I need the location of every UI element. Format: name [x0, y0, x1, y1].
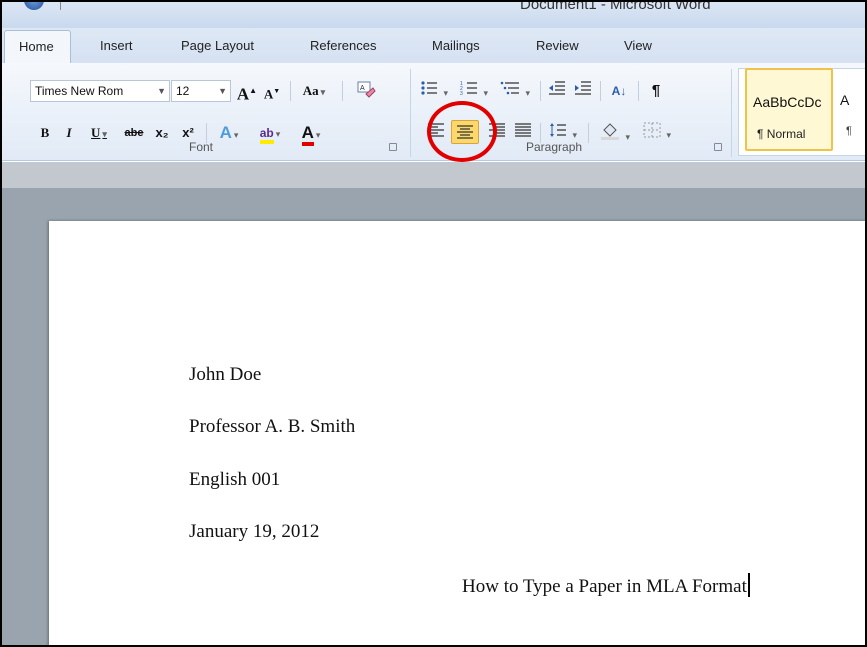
- multilevel-list-icon: [500, 81, 519, 95]
- show-formatting-marks-button[interactable]: ¶: [646, 80, 666, 102]
- separator: [588, 123, 589, 143]
- grow-font-button[interactable]: A▲: [236, 80, 258, 104]
- annotation-circle: [427, 101, 497, 162]
- separator: [638, 81, 639, 101]
- style-normal-name: ¶ Normal: [757, 127, 806, 141]
- increase-indent-icon: [575, 81, 591, 95]
- clear-formatting-icon: A: [357, 81, 376, 98]
- numbering-button[interactable]: 123: [458, 80, 490, 102]
- quick-access-separator: [60, 2, 61, 10]
- paragraph-group-label: Paragraph: [526, 140, 583, 154]
- font-color-button[interactable]: A: [294, 122, 328, 146]
- shrink-font-icon: A: [263, 86, 274, 102]
- tab-review[interactable]: Review: [536, 38, 579, 53]
- group-separator: [731, 69, 732, 157]
- font-size-combo[interactable]: 12 ▼: [171, 80, 231, 102]
- paper-title-line[interactable]: How to Type a Paper in MLA Format: [462, 573, 750, 598]
- office-orb-icon[interactable]: [24, 2, 44, 10]
- tab-insert[interactable]: Insert: [100, 38, 133, 53]
- sort-button[interactable]: A↓: [605, 80, 633, 102]
- text-effects-button[interactable]: A: [212, 122, 246, 144]
- separator: [290, 81, 291, 101]
- font-group-label: Font: [189, 140, 214, 154]
- font-name-value: Times New Rom: [35, 84, 124, 98]
- tab-references[interactable]: References: [310, 38, 376, 53]
- word-window: Document1 - Microsoft Word Home Insert P…: [0, 0, 867, 647]
- chevron-down-icon[interactable]: ▼: [157, 86, 166, 96]
- strikethrough-button[interactable]: abe: [120, 122, 148, 144]
- title-bar: Document1 - Microsoft Word: [2, 0, 865, 28]
- shrink-font-button[interactable]: A▼: [262, 80, 282, 102]
- svg-text:A: A: [360, 85, 365, 92]
- heading-line-course[interactable]: English 001: [189, 469, 280, 491]
- italic-button[interactable]: I: [60, 122, 78, 144]
- numbering-icon: 123: [460, 81, 477, 97]
- chevron-down-icon[interactable]: ▼: [218, 86, 227, 96]
- decrease-indent-icon: [549, 81, 565, 95]
- shading-button[interactable]: [596, 122, 634, 144]
- bullets-button[interactable]: [418, 80, 450, 102]
- heading-line-name[interactable]: John Doe: [189, 364, 261, 386]
- document-area[interactable]: John Doe Professor A. B. Smith English 0…: [2, 162, 865, 645]
- bullets-icon: [421, 81, 437, 95]
- separator: [540, 81, 541, 101]
- text-cursor: [747, 573, 750, 597]
- ribbon-home: Times New Rom ▼ 12 ▼ A▲ A▼ Aa A B I U ab…: [2, 63, 865, 162]
- increase-indent-button[interactable]: [572, 80, 594, 102]
- heading-line-date[interactable]: January 19, 2012: [189, 521, 319, 543]
- tab-page-layout[interactable]: Page Layout: [181, 38, 254, 53]
- bold-button[interactable]: B: [36, 122, 54, 144]
- group-separator: [410, 69, 411, 157]
- separator: [600, 81, 601, 101]
- grow-font-icon: A: [236, 84, 250, 104]
- font-name-combo[interactable]: Times New Rom ▼: [30, 80, 170, 102]
- style-next-name: ¶: [846, 125, 852, 137]
- underline-button[interactable]: U: [84, 122, 114, 144]
- style-normal[interactable]: AaBbCcDc ¶ Normal: [745, 68, 833, 151]
- multilevel-list-button[interactable]: [498, 80, 532, 102]
- svg-text:3: 3: [460, 91, 463, 96]
- highlight-icon: ab: [259, 126, 274, 144]
- style-next-preview[interactable]: A: [840, 92, 849, 108]
- tab-view[interactable]: View: [624, 38, 652, 53]
- font-dialog-launcher-icon[interactable]: [389, 143, 397, 151]
- tab-home[interactable]: Home: [4, 30, 71, 65]
- separator: [342, 81, 343, 101]
- clear-formatting-button[interactable]: A: [354, 80, 378, 102]
- paper-title-text: How to Type a Paper in MLA Format: [462, 576, 747, 597]
- heading-line-professor[interactable]: Professor A. B. Smith: [189, 416, 355, 438]
- style-normal-preview: AaBbCcDc: [753, 94, 822, 110]
- borders-button[interactable]: [638, 122, 676, 144]
- tab-mailings[interactable]: Mailings: [432, 38, 480, 53]
- font-color-icon: A: [301, 123, 314, 146]
- highlight-button[interactable]: ab: [252, 122, 288, 144]
- borders-icon: [643, 122, 661, 138]
- font-size-value: 12: [176, 84, 190, 98]
- change-case-button[interactable]: Aa: [296, 80, 332, 102]
- ribbon-tabs: Home Insert Page Layout References Maili…: [2, 28, 865, 65]
- line-spacing-icon: [549, 123, 566, 137]
- document-page[interactable]: John Doe Professor A. B. Smith English 0…: [49, 221, 865, 645]
- document-background-band: [2, 162, 865, 188]
- subscript-button[interactable]: x₂: [152, 122, 172, 144]
- paint-bucket-icon: [600, 123, 619, 140]
- justify-icon: [515, 123, 531, 137]
- paragraph-dialog-launcher-icon[interactable]: [714, 143, 722, 151]
- decrease-indent-button[interactable]: [546, 80, 568, 102]
- window-title: Document1 - Microsoft Word: [520, 0, 711, 13]
